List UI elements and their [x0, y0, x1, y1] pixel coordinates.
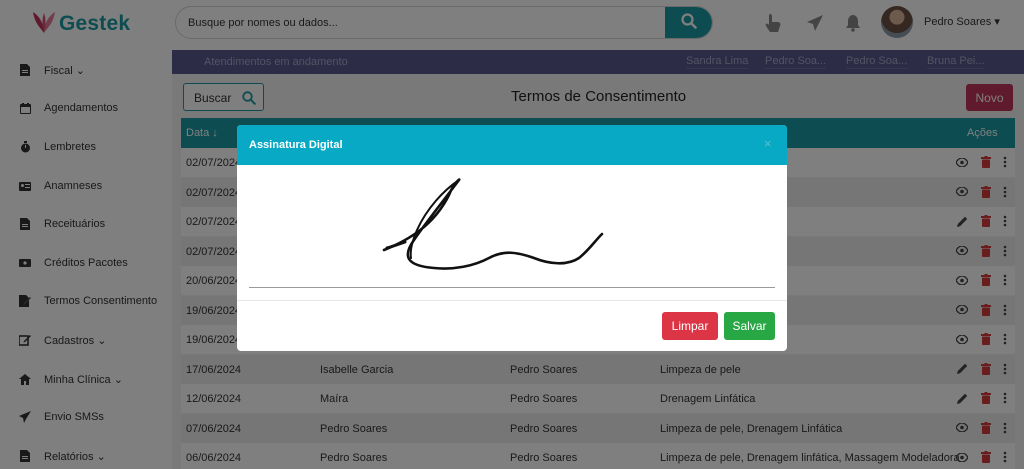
- signature-baseline: [249, 287, 775, 288]
- modal-header: Assinatura Digital ×: [237, 125, 787, 165]
- limpar-button[interactable]: Limpar: [662, 312, 718, 340]
- signature-modal: Assinatura Digital × Limpar Salvar: [237, 125, 787, 351]
- signature-pad[interactable]: [249, 170, 775, 288]
- modal-title: Assinatura Digital: [249, 139, 343, 151]
- salvar-button[interactable]: Salvar: [724, 312, 775, 340]
- modal-divider: [237, 300, 787, 301]
- close-icon[interactable]: ×: [764, 137, 772, 150]
